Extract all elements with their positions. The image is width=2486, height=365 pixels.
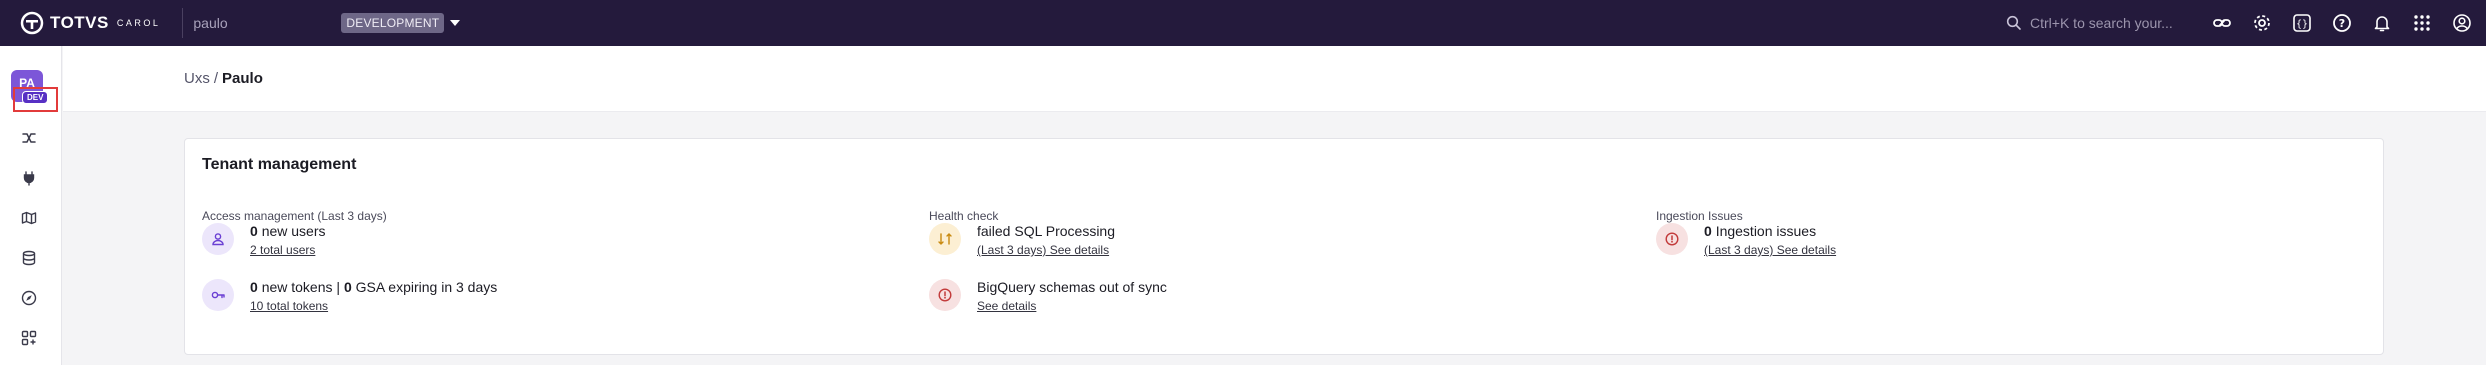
topbar-actions: {} ?	[2210, 11, 2486, 35]
totvs-carol-logo[interactable]: TOTVS CAROL	[20, 0, 160, 46]
new-users-count: 0	[250, 223, 258, 239]
alert-circle-icon	[1656, 223, 1688, 255]
search-icon	[2006, 15, 2021, 30]
new-tokens-count: 0	[250, 279, 258, 295]
top-navigation-bar: TOTVS CAROL paulo DEVELOPMENT {} ?	[0, 0, 2486, 46]
tenant-management-card: Tenant management Access management (Las…	[184, 138, 2384, 355]
user-account-icon[interactable]	[2450, 11, 2474, 35]
ingestion-details-link[interactable]: (Last 3 days) See details	[1704, 243, 1836, 257]
alert-circle-icon	[929, 279, 961, 311]
bigquery-sync-item: BigQuery schemas out of sync See details	[929, 279, 1167, 315]
new-tokens-item: 0 new tokens | 0 GSA expiring in 3 days …	[202, 279, 497, 315]
ingestion-issues-text: Ingestion issues	[1715, 223, 1817, 239]
card-title: Tenant management	[202, 156, 357, 173]
tenant-name: paulo	[193, 15, 228, 31]
search-input[interactable]	[2030, 15, 2190, 31]
breadcrumb-bar: Uxs / Paulo	[63, 46, 2486, 112]
access-management-title: Access management (Last 3 days)	[202, 209, 387, 223]
breadcrumb-separator: /	[213, 70, 219, 87]
environment-selector[interactable]: DEVELOPMENT	[341, 13, 461, 33]
topbar-divider	[182, 8, 184, 38]
ingestion-issues-item: 0 Ingestion issues (Last 3 days) See det…	[1656, 223, 1836, 259]
help-icon[interactable]: ?	[2330, 11, 2354, 35]
bigquery-details-link[interactable]: See details	[977, 299, 1036, 313]
svg-text:?: ?	[2339, 17, 2345, 30]
failed-sql-item: failed SQL Processing (Last 3 days) See …	[929, 223, 1115, 259]
health-check-section: Health check failed SQL Processing (Last…	[929, 209, 1167, 313]
logo-text: TOTVS	[50, 13, 109, 32]
map-icon[interactable]	[19, 208, 39, 228]
new-users-text: new users	[261, 223, 326, 239]
settings-gear-icon[interactable]	[2250, 11, 2274, 35]
avatar-highlight-box	[13, 87, 58, 112]
global-search[interactable]	[2006, 11, 2190, 35]
ingestion-issues-count: 0	[1704, 223, 1712, 239]
ingestion-issues-title: Ingestion Issues	[1656, 209, 1743, 223]
sql-warning-icon	[929, 223, 961, 255]
logo-subtext: CAROL	[116, 18, 161, 28]
caret-down-icon	[450, 20, 461, 26]
total-tokens-link[interactable]: 10 total tokens	[250, 299, 328, 313]
breadcrumb-parent[interactable]: Uxs	[184, 70, 210, 87]
gsa-expiring-text: GSA expiring in 3 days	[355, 279, 498, 295]
user-icon	[202, 223, 234, 255]
database-icon[interactable]	[19, 248, 39, 268]
connectors-icon[interactable]	[19, 128, 39, 148]
totvs-logo-icon	[20, 11, 44, 35]
new-users-item: 0 new users 2 total users	[202, 223, 326, 259]
new-tokens-text: new tokens	[261, 279, 333, 295]
svg-text:{}: {}	[2296, 19, 2308, 30]
breadcrumb-current: Paulo	[222, 70, 263, 87]
gsa-count: 0	[343, 279, 352, 295]
apps-grid-icon[interactable]	[2410, 11, 2434, 35]
breadcrumb: Uxs / Paulo	[184, 70, 263, 87]
code-braces-icon[interactable]: {}	[2290, 11, 2314, 35]
failed-sql-text: failed SQL Processing	[977, 223, 1115, 239]
apps-icon[interactable]	[19, 328, 39, 348]
compass-icon[interactable]	[19, 288, 39, 308]
key-icon	[202, 279, 234, 311]
tokens-separator: |	[336, 279, 341, 295]
environment-label: DEVELOPMENT	[341, 13, 445, 33]
health-check-title: Health check	[929, 209, 999, 223]
access-management-section: Access management (Last 3 days) 0 new us…	[202, 209, 497, 313]
plug-icon[interactable]	[19, 168, 39, 188]
failed-sql-details-link[interactable]: (Last 3 days) See details	[977, 243, 1109, 257]
notifications-bell-icon[interactable]	[2370, 11, 2394, 35]
ingestion-issues-section: Ingestion Issues 0 Ingestion issues (Las…	[1656, 209, 1836, 257]
total-users-link[interactable]: 2 total users	[250, 243, 315, 257]
link-icon[interactable]	[2210, 11, 2234, 35]
bigquery-sync-text: BigQuery schemas out of sync	[977, 279, 1167, 295]
